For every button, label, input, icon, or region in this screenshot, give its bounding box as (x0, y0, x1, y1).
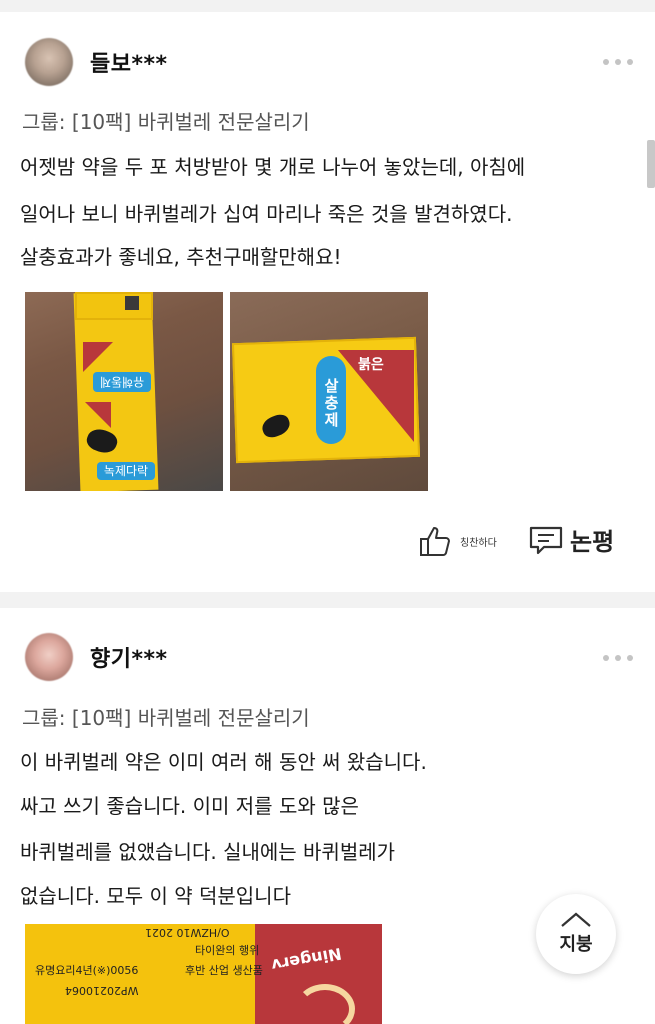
avatar[interactable] (25, 38, 73, 86)
packet-text: 후반 산업 생산품 (185, 964, 263, 977)
packet-text: 유명요리4년(※)0056 (35, 964, 139, 977)
packet-label: 유해동제 (93, 372, 151, 392)
review-text-line: 바퀴벌레를 없앴습니다. 실내에는 바퀴벌레가 (20, 840, 396, 864)
review-text-line: 없습니다. 모두 이 약 덕분입니다 (20, 884, 291, 908)
packet-corner-text: 붉은 (358, 357, 384, 373)
review-photo[interactable]: O/HZW10 2021 타이완의 행위 유명요리4년(※)0056 후반 산업… (25, 924, 382, 1024)
review-text-line: 살충효과가 좋네요, 추천구매할만해요! (20, 245, 342, 269)
review-text-line: 이 바퀴벌레 약은 이미 여러 해 동안 써 왔습니다. (20, 750, 427, 774)
option-group: 그룹: [10팩] 바퀴벌레 전문살리기 (22, 706, 310, 730)
like-button[interactable]: 칭찬하다 (418, 525, 497, 557)
packet-label: 녹제다락 (97, 462, 155, 480)
like-label: 칭찬하다 (460, 537, 497, 549)
scroll-to-top-label: 지붕 (559, 934, 593, 955)
review-text-line: 싸고 쓰기 좋습니다. 이미 저를 도와 많은 (20, 794, 359, 818)
packet-label: 살충제 (316, 356, 346, 444)
username: 들보*** (90, 52, 168, 77)
review-text-line: 일어나 보니 바퀴벌레가 십여 마리나 죽은 것을 발견하였다. (20, 202, 513, 226)
review-photo[interactable]: 유해동제 녹제다락 (25, 292, 223, 491)
username: 향기*** (90, 647, 168, 672)
comment-label: 논평 (570, 528, 615, 556)
packet-text: WP20210064 (65, 984, 139, 997)
review-text-line: 어젯밤 약을 두 포 처방받아 몇 개로 나누어 놓았는데, 아침에 (20, 155, 526, 179)
review-page: 들보*** 그룹: [10팩] 바퀴벌레 전문살리기 어젯밤 약을 두 포 처방… (0, 0, 655, 1024)
scroll-to-top-button[interactable]: 지붕 (536, 894, 616, 974)
review-photo[interactable]: 붉은 살충제 (230, 292, 428, 491)
chevron-up-icon (561, 912, 591, 927)
comment-icon (529, 526, 563, 554)
more-options-icon[interactable] (603, 57, 633, 67)
packet-text: O/HZW10 2021 (145, 926, 230, 939)
review-actions: 칭찬하다 논평 (0, 522, 655, 562)
review-card: 들보*** 그룹: [10팩] 바퀴벌레 전문살리기 어젯밤 약을 두 포 처방… (0, 12, 655, 592)
scrollbar[interactable] (647, 140, 655, 188)
option-group: 그룹: [10팩] 바퀴벌레 전문살리기 (22, 110, 310, 134)
avatar[interactable] (25, 633, 73, 681)
comment-button[interactable]: 논평 (528, 522, 614, 557)
more-options-icon[interactable] (603, 653, 633, 663)
thumbs-up-icon (420, 527, 450, 556)
packet-text: 타이완의 행위 (195, 944, 260, 957)
